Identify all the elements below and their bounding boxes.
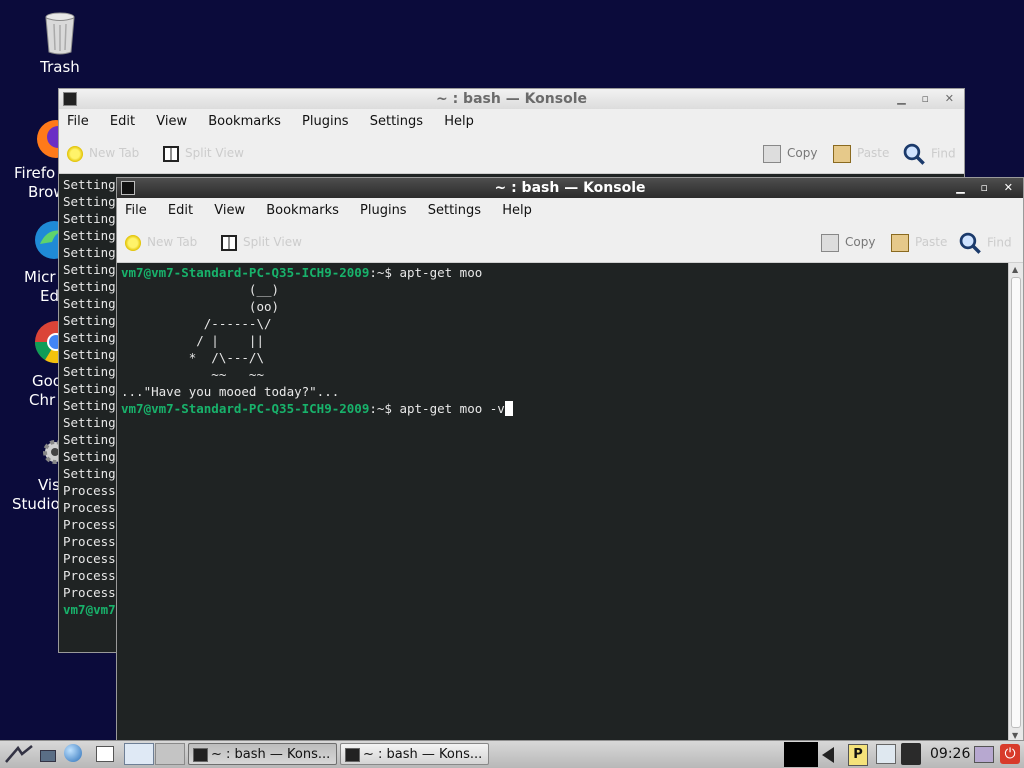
desktop-icon-label: Micr	[24, 268, 56, 286]
scroll-up-arrow[interactable]: ▲	[1012, 265, 1018, 274]
task-label: ~ : bash — Kons...	[211, 747, 331, 762]
task-label: ~ : bash — Kons...	[363, 747, 483, 762]
taskbar: ~ : bash — Kons... ~ : bash — Kons... P …	[0, 740, 1024, 768]
window-title: ~ : bash — Konsole	[435, 91, 588, 107]
terminal-icon	[345, 748, 360, 762]
file-manager-icon[interactable]	[40, 750, 56, 762]
menu-bookmarks[interactable]: Bookmarks	[208, 114, 281, 129]
new-tab-button[interactable]: New Tab	[125, 232, 197, 252]
trash-icon	[45, 12, 75, 55]
window-titlebar[interactable]: ~ : bash — Konsole ▁ ▫ ✕	[59, 89, 964, 109]
clock[interactable]: 09:26	[930, 744, 970, 764]
paste-button[interactable]: Paste	[833, 143, 889, 163]
menu-plugins[interactable]: Plugins	[360, 203, 407, 218]
copy-icon	[821, 233, 839, 252]
terminal-icon	[63, 92, 77, 106]
menu-file[interactable]: File	[125, 203, 147, 218]
terminal-line: vm7@vm7-Standard-PC-Q35-ICH9-2009:~$ apt…	[121, 401, 513, 416]
find-button[interactable]: Find	[903, 143, 956, 165]
terminal-icon	[121, 181, 135, 195]
split-view-icon	[163, 145, 179, 162]
search-icon	[959, 232, 981, 254]
window-controls[interactable]: ▁ ▫ ✕	[897, 89, 960, 109]
desktop-icon-label: Chr	[29, 391, 56, 409]
shell-prompt: vm7@vm7-Standard-PC-Q35-ICH9-2009	[121, 401, 370, 416]
app-menu-icon[interactable]	[4, 744, 34, 764]
paste-icon	[891, 233, 909, 252]
menubar: File Edit View Bookmarks Plugins Setting…	[117, 198, 1023, 223]
menu-file[interactable]: File	[67, 114, 89, 129]
command-input[interactable]: apt-get moo -v	[399, 401, 504, 416]
menu-edit[interactable]: Edit	[110, 114, 135, 129]
clipboard-icon[interactable]	[901, 743, 921, 765]
prompt-suffix: :~$	[369, 265, 400, 280]
copy-icon	[763, 144, 781, 163]
search-icon	[903, 143, 925, 165]
power-icon[interactable]: ⏻	[1000, 744, 1020, 764]
desktop-icon-label: Firefo	[14, 164, 56, 182]
scrollbar-thumb[interactable]	[1011, 277, 1021, 728]
show-desktop-icon[interactable]	[96, 746, 114, 762]
terminal-line: vm7@vm7-Standard-PC-Q35-ICH9-2009:~$ apt…	[121, 265, 482, 280]
taskbar-task[interactable]: ~ : bash — Kons...	[340, 743, 489, 765]
menu-edit[interactable]: Edit	[168, 203, 193, 218]
find-button[interactable]: Find	[959, 232, 1012, 254]
browser-icon[interactable]	[64, 744, 82, 762]
taskbar-task[interactable]: ~ : bash — Kons...	[188, 743, 337, 765]
terminal-icon	[193, 748, 208, 762]
moo-message: ..."Have you mooed today?"...	[121, 384, 340, 399]
menu-settings[interactable]: Settings	[370, 114, 423, 129]
desktop-icon-label: Ed	[40, 287, 59, 305]
copy-button[interactable]: Copy	[763, 143, 817, 163]
toolbar: New Tab Split View Copy Paste Find	[59, 134, 964, 174]
scroll-down-arrow[interactable]: ▼	[1012, 731, 1018, 740]
desktop-icon-label: Trash	[40, 58, 80, 76]
prompt-suffix: :~$	[369, 401, 400, 416]
konsole-window-active[interactable]: ~ : bash — Konsole ▁ ▫ ✕ File Edit View …	[116, 177, 1024, 743]
pkg-update-icon[interactable]: P	[848, 744, 868, 766]
menu-plugins[interactable]: Plugins	[302, 114, 349, 129]
cpu-monitor-icon	[784, 742, 818, 767]
menu-view[interactable]: View	[156, 114, 187, 129]
split-view-icon	[221, 234, 237, 251]
split-view-button[interactable]: Split View	[221, 232, 302, 252]
toolbar: New Tab Split View Copy Paste Find	[117, 223, 1023, 263]
copy-button[interactable]: Copy	[821, 232, 875, 252]
window-title: ~ : bash — Konsole	[494, 180, 646, 196]
terminal-scrollbar[interactable]: ▲ ▼	[1008, 263, 1023, 742]
new-tab-icon	[125, 234, 141, 251]
workspace-switcher[interactable]	[124, 743, 154, 765]
terminal-output[interactable]: vm7@vm7-Standard-PC-Q35-ICH9-2009:~$ apt…	[117, 263, 1008, 742]
paste-button[interactable]: Paste	[891, 232, 947, 252]
window-titlebar[interactable]: ~ : bash — Konsole ▁ ▫ ✕	[117, 178, 1023, 198]
volume-icon[interactable]	[822, 747, 834, 763]
menu-bookmarks[interactable]: Bookmarks	[266, 203, 339, 218]
desktop-icon-label: Studio	[12, 495, 60, 513]
new-tab-button[interactable]: New Tab	[67, 143, 139, 163]
menu-settings[interactable]: Settings	[428, 203, 481, 218]
desktop-icon-label: Vis	[38, 476, 60, 494]
screen-icon[interactable]	[974, 746, 994, 763]
paste-icon	[833, 144, 851, 163]
command-text: apt-get moo	[399, 265, 483, 280]
menu-view[interactable]: View	[214, 203, 245, 218]
menu-help[interactable]: Help	[444, 114, 474, 129]
shell-prompt: vm7@vm7-Standard-PC-Q35-ICH9-2009	[121, 265, 370, 280]
new-tab-icon	[67, 145, 83, 162]
text-cursor	[504, 401, 513, 416]
menu-help[interactable]: Help	[502, 203, 532, 218]
workspace-switcher-2[interactable]	[155, 743, 185, 765]
network-icon[interactable]	[876, 744, 896, 764]
desktop-icon-trash[interactable]: Trash	[10, 12, 110, 77]
split-view-button[interactable]: Split View	[163, 143, 244, 163]
window-controls[interactable]: ▁ ▫ ✕	[956, 178, 1019, 198]
cow-ascii-art: (__) (oo) /------\/ / | || * /\---/\ ~~ …	[188, 282, 280, 382]
menubar: File Edit View Bookmarks Plugins Setting…	[59, 109, 964, 134]
